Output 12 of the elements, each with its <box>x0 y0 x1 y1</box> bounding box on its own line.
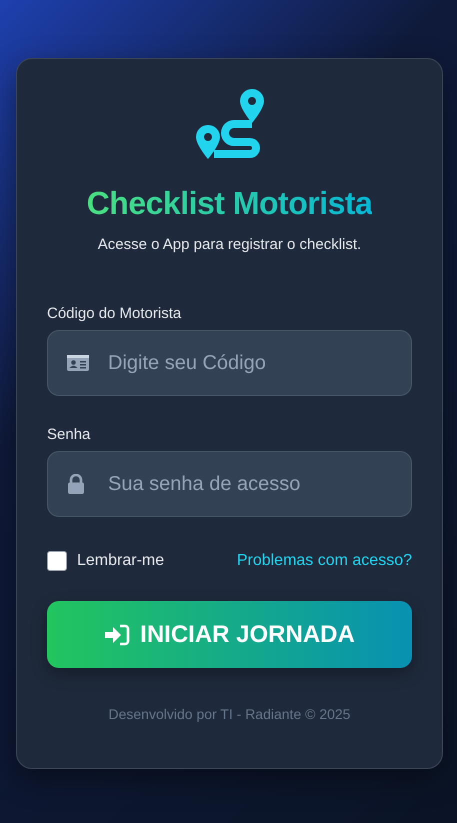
footer-text: Desenvolvido por TI - Radiante © 2025 <box>108 706 350 722</box>
help-link[interactable]: Problemas com acesso? <box>236 552 412 570</box>
field-label: Código do Motorista <box>47 305 182 322</box>
sign-in-icon <box>104 624 130 646</box>
checkbox-label: Lembrar-me <box>77 552 164 570</box>
lock-icon <box>67 474 85 494</box>
field-label: Senha <box>47 426 90 443</box>
input-field[interactable]: Sua senha de acesso <box>47 451 412 517</box>
checkbox[interactable] <box>47 551 67 571</box>
subtitle: Acesse o App para registrar o checklist. <box>98 236 362 253</box>
input-field[interactable]: Digite seu Código <box>47 330 412 396</box>
id-card-icon <box>67 355 89 371</box>
